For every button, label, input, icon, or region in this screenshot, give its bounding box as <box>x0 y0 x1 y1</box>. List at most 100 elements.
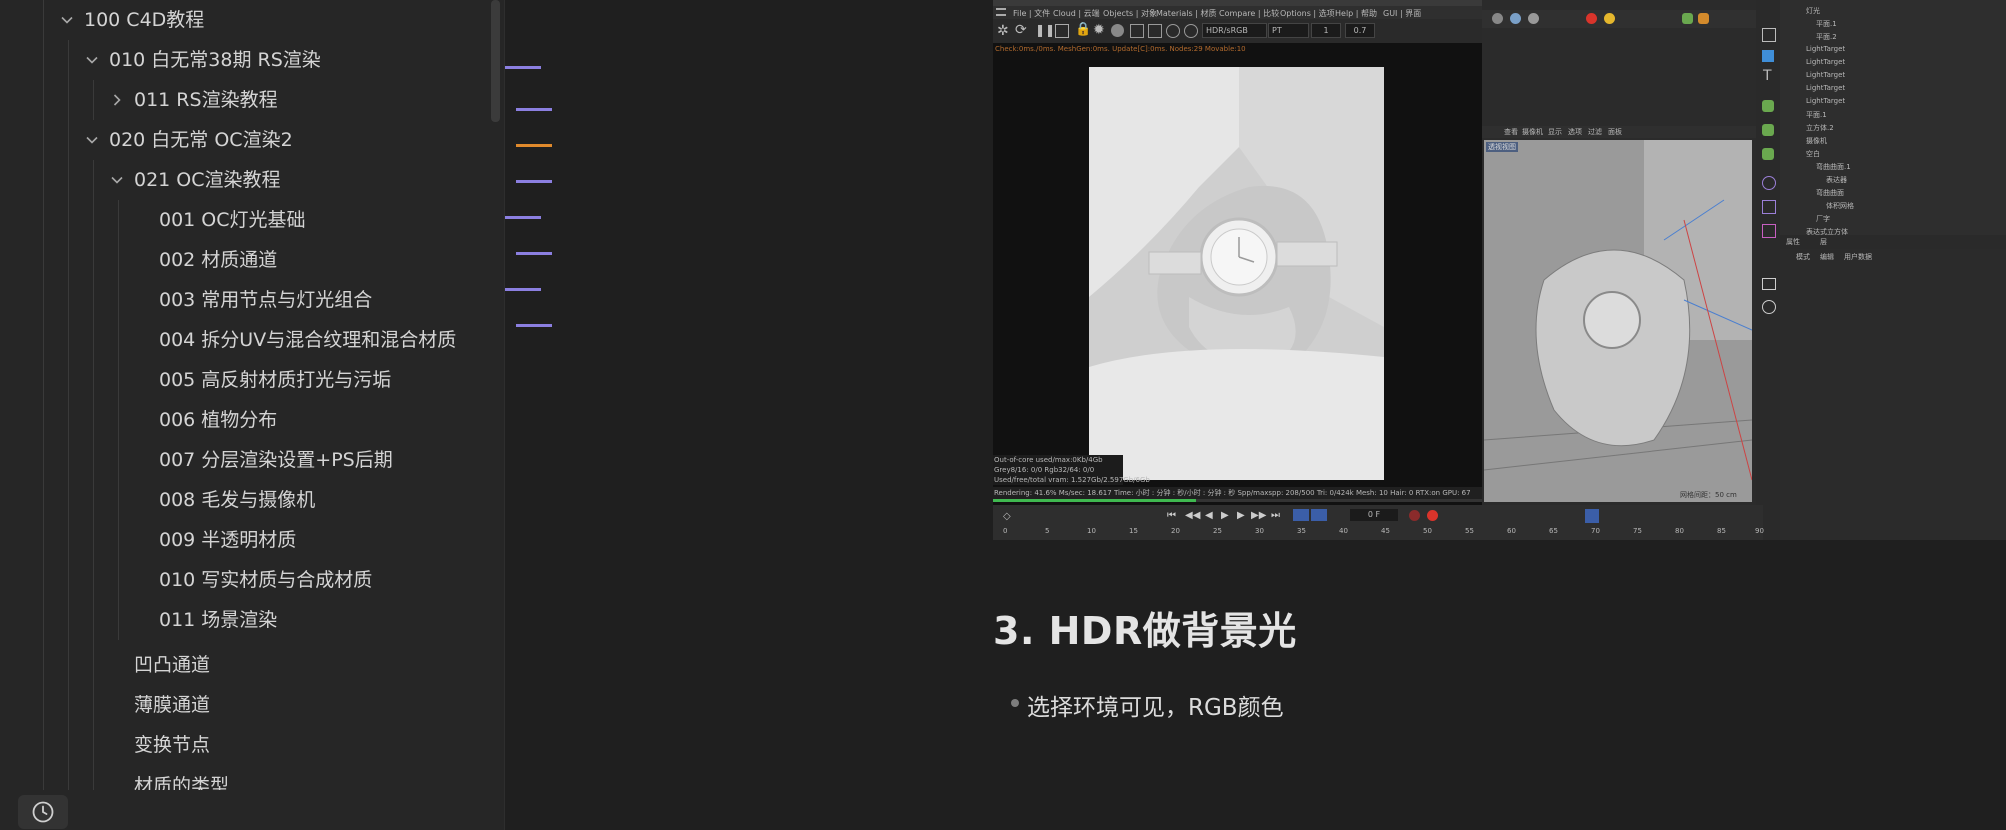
viewport-tab[interactable]: 过滤 <box>1588 127 1602 137</box>
object-item[interactable]: LightTarget <box>1806 45 1845 53</box>
next-key-icon[interactable]: ▶▶ <box>1251 510 1266 521</box>
viewport-tab[interactable]: 面板 <box>1608 127 1622 137</box>
perspective-viewport[interactable]: 透视视图 网格间距：50 cm <box>1484 140 1752 502</box>
menu-cloud[interactable]: Cloud | 云端 <box>1053 8 1100 19</box>
object-item[interactable]: 弯曲曲面 <box>1816 188 1844 198</box>
outline-marker-active[interactable] <box>516 144 552 147</box>
settings-icon[interactable]: ✹ <box>1093 22 1105 38</box>
text-tool-icon[interactable]: T <box>1763 68 1772 84</box>
plant-icon[interactable] <box>1698 13 1709 24</box>
menu-help[interactable]: Help | 帮助 <box>1335 8 1377 19</box>
tree-item-file[interactable]: 004 拆分UV与混合纹理和混合材质 <box>0 320 490 360</box>
outline-marker[interactable] <box>516 108 552 111</box>
tree-item-file[interactable]: 材质的类型 <box>0 766 490 790</box>
sphere-icon[interactable] <box>1111 24 1124 37</box>
tree-item-oc-tutorial[interactable]: 021 OC渲染教程 <box>0 160 490 200</box>
tree-item-file[interactable]: 薄膜通道 <box>0 685 490 725</box>
object-item[interactable]: LightTarget <box>1806 71 1845 79</box>
object-item[interactable]: 立方体.2 <box>1806 123 1834 133</box>
render-mode-select[interactable]: HDR/sRGB <box>1202 23 1267 38</box>
light-icon[interactable] <box>1586 13 1597 24</box>
outline-marker[interactable] <box>516 324 552 327</box>
box-icon[interactable] <box>1148 24 1162 38</box>
menu-materials[interactable]: Materials | 材质 <box>1156 8 1216 19</box>
generator-icon[interactable] <box>1762 124 1774 136</box>
region-icon[interactable] <box>1055 24 1069 38</box>
record-icon[interactable] <box>1427 510 1438 521</box>
viewport-tab[interactable]: 选项 <box>1568 127 1582 137</box>
next-frame-icon[interactable]: ▶ <box>1237 510 1245 521</box>
plant-icon[interactable] <box>1682 13 1693 24</box>
sphere-icon[interactable] <box>1510 13 1521 24</box>
attr-menu[interactable]: 用户数据 <box>1844 252 1872 262</box>
object-item[interactable]: 空白 <box>1806 149 1820 159</box>
tree-item-file[interactable]: 007 分层渲染设置+PS后期 <box>0 440 490 480</box>
object-item[interactable]: 摄像机 <box>1806 136 1827 146</box>
generator-icon[interactable] <box>1762 148 1774 160</box>
outline-marker[interactable] <box>505 216 541 219</box>
tree-item-file[interactable]: 008 毛发与摄像机 <box>0 480 490 520</box>
tree-item-file[interactable]: 002 材质通道 <box>0 240 490 280</box>
chevron-right-icon[interactable] <box>107 80 127 120</box>
record-icon[interactable] <box>1409 510 1420 521</box>
sidebar-scrollbar[interactable] <box>491 0 500 122</box>
tree-item-rs-tutorial[interactable]: 011 RS渲染教程 <box>0 80 490 120</box>
generator-icon[interactable] <box>1762 100 1774 112</box>
menu-icon[interactable] <box>996 8 1006 16</box>
viewport-tab[interactable]: 查看 <box>1504 127 1518 137</box>
object-item[interactable]: 体积网格 <box>1826 201 1854 211</box>
history-button[interactable] <box>18 795 68 829</box>
refresh-icon[interactable]: ⟳ <box>1015 22 1027 38</box>
menu-options[interactable]: Options | 选项 <box>1280 8 1335 19</box>
gear-icon[interactable]: ✲ <box>997 23 1009 39</box>
chevron-down-icon[interactable] <box>57 0 77 40</box>
menu-file[interactable]: File | 文件 <box>1013 8 1050 19</box>
chevron-down-icon[interactable] <box>82 120 102 160</box>
sphere-icon[interactable] <box>1492 13 1503 24</box>
sphere-icon[interactable] <box>1528 13 1539 24</box>
object-item[interactable]: 平面.1 <box>1816 19 1837 29</box>
go-start-icon[interactable]: ⏮ <box>1167 510 1176 521</box>
deformer-icon[interactable] <box>1762 176 1776 190</box>
f-icon[interactable] <box>1166 24 1180 38</box>
light-icon[interactable] <box>1762 300 1776 314</box>
object-item[interactable]: 厂字 <box>1816 214 1830 224</box>
prev-frame-icon[interactable]: ◀ <box>1205 510 1213 521</box>
go-end-icon[interactable]: ⏭ <box>1271 510 1280 521</box>
keyframe-icon[interactable]: ◇ <box>1003 511 1011 522</box>
outline-marker[interactable] <box>505 66 541 69</box>
object-item[interactable]: LightTarget <box>1806 97 1845 105</box>
attr-menu[interactable]: 模式 <box>1796 252 1810 262</box>
cube-icon[interactable] <box>1762 50 1774 62</box>
tree-item-file[interactable]: 变换节点 <box>0 725 490 765</box>
viewport-tab[interactable]: 显示 <box>1548 127 1562 137</box>
lock-icon[interactable]: 🔒 <box>1075 22 1091 37</box>
camera-icon[interactable] <box>1762 278 1776 290</box>
tree-item-file[interactable]: 005 高反射材质打光与污垢 <box>0 360 490 400</box>
menu-objects[interactable]: Objects | 对象 <box>1103 8 1157 19</box>
sun-icon[interactable] <box>1604 13 1615 24</box>
object-item[interactable]: 弯曲曲面.1 <box>1816 162 1851 172</box>
record-toggle-icon[interactable] <box>1311 509 1327 521</box>
tree-item-c4d[interactable]: 100 C4D教程 <box>0 0 490 40</box>
tree-item-oc-2[interactable]: 020 白无常 OC渲染2 <box>0 120 490 160</box>
tree-item-file[interactable]: 009 半透明材质 <box>0 520 490 560</box>
outline-marker[interactable] <box>505 288 541 291</box>
object-item[interactable]: 灯光 <box>1806 6 1820 16</box>
outline-marker[interactable] <box>516 180 552 183</box>
deformer-icon[interactable] <box>1762 224 1776 238</box>
viewport-tab[interactable]: 摄像机 <box>1522 127 1543 137</box>
attr-menu[interactable]: 编辑 <box>1820 252 1834 262</box>
tree-item-file[interactable]: 003 常用节点与灯光组合 <box>0 280 490 320</box>
outline-marker[interactable] <box>516 252 552 255</box>
object-item[interactable]: 平面.1 <box>1806 110 1827 120</box>
attr-tab[interactable]: 层 <box>1820 237 1827 247</box>
m-icon[interactable] <box>1184 24 1198 38</box>
menu-compare[interactable]: Compare | 比较 <box>1219 8 1279 19</box>
attr-tab[interactable]: 属性 <box>1786 237 1800 247</box>
prev-key-icon[interactable]: ◀◀ <box>1185 510 1200 521</box>
record-toggle-icon[interactable] <box>1293 509 1309 521</box>
object-item[interactable]: LightTarget <box>1806 58 1845 66</box>
play-icon[interactable]: ▶ <box>1221 510 1229 521</box>
tree-item-file[interactable]: 凹凸通道 <box>0 645 490 685</box>
